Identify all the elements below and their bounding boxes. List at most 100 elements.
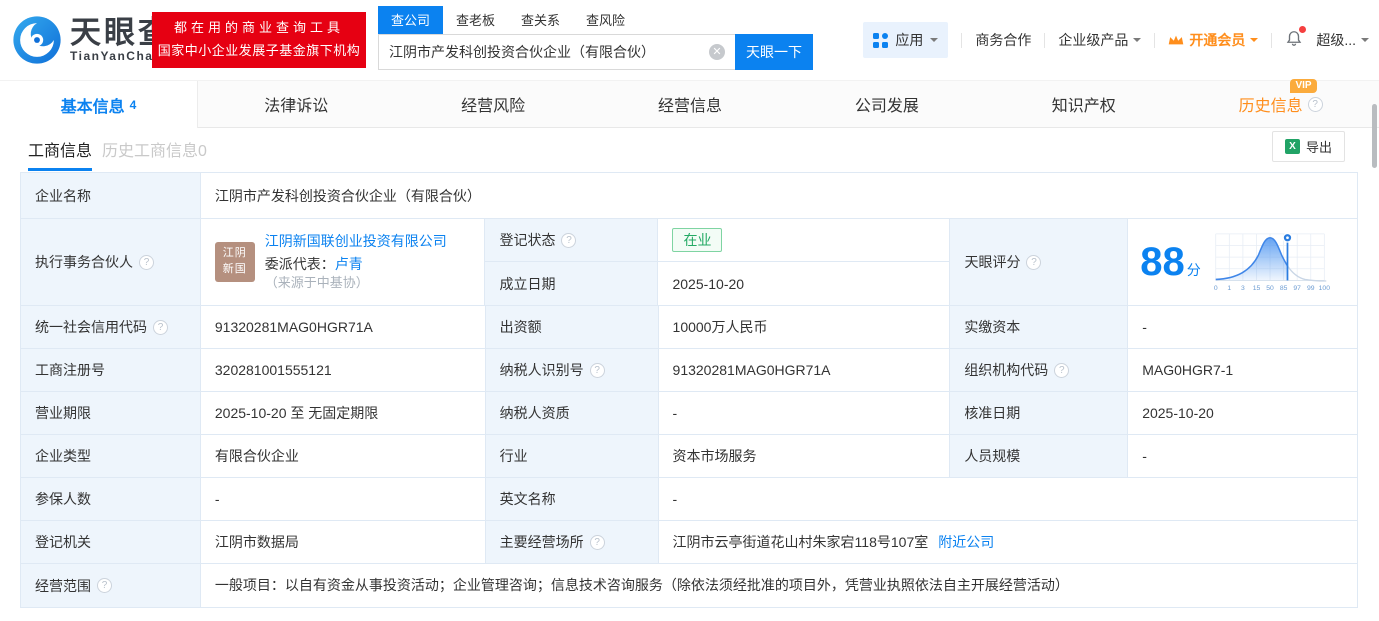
table-row: 工商注册号 320281001555121 纳税人识别号 ? 91320281M…	[21, 349, 1359, 392]
tab-legal[interactable]: 法律诉讼	[197, 81, 395, 128]
search-button[interactable]: 天眼一下	[735, 34, 813, 70]
tab-intellectual-property[interactable]: 知识产权	[985, 81, 1183, 128]
help-icon[interactable]: ?	[153, 319, 168, 335]
svg-text:99: 99	[1307, 285, 1315, 292]
org-code-value: MAG0HGR7-1	[1142, 362, 1234, 378]
table-row: 执行事务合伙人 ? 江阴 新国 江阴新国联创业投资有限公司 委派代表：卢青 （来…	[21, 219, 1358, 306]
top-navigation: 应用 商务合作 企业级产品 开通会员 超级...	[863, 22, 1369, 58]
address-value: 江阴市云亭街道花山村朱家宕118号107室	[672, 534, 929, 550]
taxpayer-quality-label: 纳税人资质	[499, 405, 570, 421]
table-row: 营业期限 2025-10-20 至 无固定期限 纳税人资质 - 核准日期 202…	[21, 392, 1359, 435]
company-name-label: 企业名称	[35, 187, 91, 204]
approval-date-label: 核准日期	[964, 405, 1021, 421]
rep-name-link[interactable]: 卢青	[335, 256, 363, 272]
promo-banner: 都在用的商业查询工具 国家中小企业发展子基金旗下机构	[152, 12, 366, 68]
search-input[interactable]	[378, 34, 735, 70]
partner-avatar[interactable]: 江阴 新国	[214, 242, 255, 282]
vip-badge: VIP	[1290, 79, 1317, 93]
notification-dot	[1299, 26, 1307, 33]
chevron-down-icon	[1361, 38, 1369, 46]
help-icon[interactable]: ?	[1054, 362, 1070, 378]
business-info-table: 企业名称 江阴市产发科创投资合伙企业（有限合伙） 执行事务合伙人 ? 江阴 新国…	[20, 172, 1359, 608]
nav-super-vip[interactable]: 超级...	[1316, 30, 1369, 50]
help-icon[interactable]: ?	[589, 362, 605, 378]
nav-open-vip-label: 开通会员	[1189, 32, 1246, 48]
business-term-value: 2025-10-20 至 无固定期限	[214, 405, 379, 421]
nav-open-vip[interactable]: 开通会员	[1168, 30, 1259, 50]
registry-label: 登记机关	[35, 534, 91, 550]
insured-count-label: 参保人数	[35, 491, 91, 507]
nav-apps[interactable]: 应用	[863, 22, 949, 58]
company-name-value: 江阴市产发科创投资合伙企业（有限合伙）	[214, 187, 481, 204]
promo-line2: 国家中小企业发展子基金旗下机构	[157, 43, 361, 58]
nav-cooperation[interactable]: 商务合作	[975, 30, 1031, 50]
svg-text:3: 3	[1241, 285, 1245, 292]
table-row: 企业类型 有限合伙企业 行业 资本市场服务 人员规模 -	[21, 435, 1359, 478]
reg-status-label: 登记状态	[499, 232, 556, 248]
help-icon[interactable]: ?	[139, 254, 154, 270]
score-cell: 88 分 0 1 3 15 50 85 97 99 100	[1128, 219, 1358, 306]
section-toolbar: 工商信息 历史工商信息0 X 导出	[0, 128, 1379, 172]
nav-divider	[1154, 32, 1156, 48]
capital-value: 10000万人民币	[672, 319, 768, 335]
search-tab-boss[interactable]: 查老板	[443, 6, 508, 34]
score-value: 88	[1140, 240, 1185, 284]
table-row: 经营范围 ? 一般项目：以自有资金从事投资活动；企业管理咨询；信息技术咨询服务（…	[21, 564, 1358, 608]
insured-count-value: -	[214, 491, 220, 507]
partner-company-link[interactable]: 江阴新国联创业投资有限公司	[265, 232, 471, 250]
nearby-companies-link[interactable]: 附近公司	[938, 532, 994, 552]
nav-super-vip-label: 超级...	[1316, 32, 1356, 48]
help-icon[interactable]: ?	[561, 232, 577, 248]
notifications-bell[interactable]	[1285, 26, 1307, 51]
nav-enterprise-label: 企业级产品	[1058, 32, 1129, 48]
english-name-value: -	[672, 491, 678, 507]
company-tabbar: 基本信息 4 法律诉讼 经营风险 经营信息 公司发展 知识产权 历史信息 VIP…	[0, 79, 1379, 128]
help-icon[interactable]: ?	[97, 578, 112, 593]
promo-line1: 都在用的商业查询工具	[173, 20, 344, 36]
svg-text:85: 85	[1280, 285, 1288, 292]
export-button[interactable]: X 导出	[1271, 131, 1345, 162]
svg-text:50: 50	[1266, 285, 1274, 292]
svg-text:1: 1	[1227, 285, 1231, 292]
export-label: 导出	[1305, 140, 1332, 155]
subtab-business-info[interactable]: 工商信息	[28, 137, 93, 171]
search-tab-risk[interactable]: 查风险	[573, 6, 638, 34]
business-scope-label: 经营范围	[35, 577, 91, 594]
svg-text:15: 15	[1252, 285, 1260, 292]
tab-basic-info[interactable]: 基本信息 4	[0, 81, 198, 128]
nav-enterprise-products[interactable]: 企业级产品	[1058, 30, 1142, 50]
svg-text:100: 100	[1318, 285, 1330, 292]
search-box: 查公司 查老板 查关系 查风险 ✕ 天眼一下	[378, 6, 813, 70]
tab-history-info[interactable]: 历史信息 VIP ?	[1182, 79, 1379, 128]
tab-company-development[interactable]: 公司发展	[788, 81, 986, 128]
taxpayer-quality-value: -	[672, 405, 678, 421]
help-icon[interactable]: ?	[1026, 254, 1042, 270]
search-tab-company[interactable]: 查公司	[378, 6, 444, 34]
table-row: 登记状态 ? 在业	[485, 219, 951, 262]
paidin-capital-label: 实缴资本	[964, 319, 1021, 335]
tab-operation-info[interactable]: 经营信息	[591, 81, 789, 128]
staff-size-label: 人员规模	[964, 448, 1021, 464]
partner-label: 执行事务合伙人	[35, 254, 133, 270]
help-icon[interactable]: ?	[589, 534, 605, 550]
taxpayer-id-value: 91320281MAG0HGR71A	[672, 362, 831, 378]
credit-code-label: 统一社会信用代码	[35, 319, 147, 335]
address-label: 主要经营场所	[499, 534, 584, 550]
business-scope-value: 一般项目：以自有资金从事投资活动；企业管理咨询；信息技术咨询服务（除依法须经批准…	[214, 577, 1069, 593]
subtab-history-business-info[interactable]: 历史工商信息0	[102, 137, 207, 161]
approval-date-value: 2025-10-20	[1142, 405, 1214, 421]
table-row: 参保人数 - 英文名称 -	[21, 478, 1358, 521]
industry-label: 行业	[499, 448, 528, 464]
svg-text:97: 97	[1293, 285, 1301, 292]
staff-size-value: -	[1142, 448, 1147, 464]
vertical-scrollbar[interactable]	[1372, 104, 1377, 168]
search-tab-relation[interactable]: 查关系	[508, 6, 573, 34]
company-type-value: 有限合伙企业	[214, 448, 299, 464]
paidin-capital-value: -	[1142, 319, 1147, 335]
tab-operation-risk[interactable]: 经营风险	[394, 81, 592, 128]
site-header: 天眼查 TianYanCha.com 都在用的商业查询工具 国家中小企业发展子基…	[0, 0, 1379, 80]
reg-number-value: 320281001555121	[214, 362, 332, 378]
partner-cell: 江阴 新国 江阴新国联创业投资有限公司 委派代表：卢青 （来源于中基协）	[200, 219, 486, 306]
clear-search-icon[interactable]: ✕	[709, 44, 725, 60]
help-icon[interactable]: ?	[1307, 96, 1323, 112]
